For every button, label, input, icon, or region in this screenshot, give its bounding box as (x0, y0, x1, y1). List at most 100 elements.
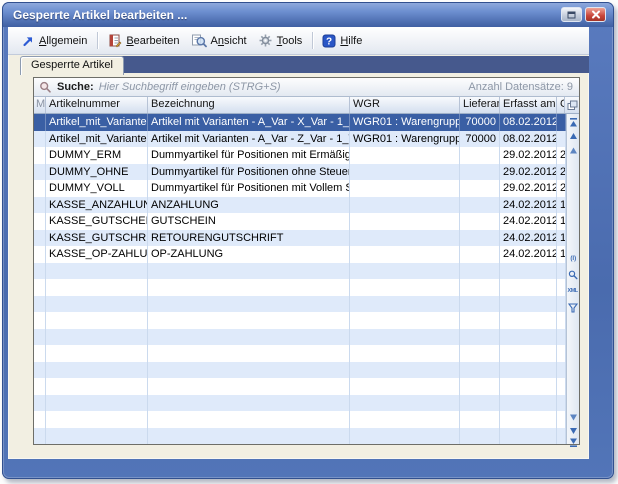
help-icon: ? (322, 34, 336, 48)
search-tool-button[interactable] (567, 268, 579, 281)
cell-m (34, 114, 46, 131)
menu-item-ansicht[interactable]: Ansicht (186, 30, 253, 51)
cell-m (34, 312, 46, 329)
cell-erfasst-am (500, 345, 557, 362)
close-button[interactable] (585, 7, 606, 22)
table-row[interactable]: DUMMY_ERMDummyartikel für Positionen mit… (34, 147, 566, 164)
cell-lieferant (460, 164, 500, 181)
close-icon (591, 10, 601, 19)
column-header-g[interactable]: G (557, 97, 565, 113)
cell-artikelnummer (46, 428, 148, 445)
cell-lieferant (460, 296, 500, 313)
cell-lieferant (460, 213, 500, 230)
cell-lieferant (460, 395, 500, 412)
cell-artikelnummer (46, 362, 148, 379)
cell-m (34, 411, 46, 428)
wgr-code: WGR01 (353, 131, 395, 148)
cell-g (557, 378, 566, 395)
cell-lieferant: 70000 (460, 131, 500, 148)
menu-separator (97, 32, 98, 49)
menu-item-hilfe[interactable]: ?Hilfe (317, 31, 368, 51)
cell-g: 2 (557, 147, 566, 164)
cell-m (34, 213, 46, 230)
cell-erfasst-am: 29.02.2012 (500, 164, 557, 181)
empty-row (34, 263, 566, 280)
column-chooser-icon (567, 100, 578, 111)
scroll-up-button[interactable] (567, 144, 579, 157)
wgr-code: WGR01 (353, 114, 395, 131)
table-row[interactable]: DUMMY_OHNEDummyartikel für Positionen oh… (34, 164, 566, 181)
empty-row (34, 428, 566, 445)
cell-g (557, 131, 566, 148)
cell-wgr (350, 378, 460, 395)
cell-lieferant (460, 197, 500, 214)
scroll-prev-button[interactable] (567, 130, 579, 143)
scroll-last-button[interactable] (567, 436, 579, 449)
cell-wgr (350, 362, 460, 379)
restore-button[interactable] (561, 7, 582, 22)
cell-bezeichnung (148, 345, 350, 362)
menu-item-bearbeiten[interactable]: Bearbeiten (102, 30, 185, 51)
menu-item-allgemein[interactable]: Allgemein (16, 31, 93, 51)
cell-artikelnummer: DUMMY_ERM (46, 147, 148, 164)
view-magnifier-icon (191, 33, 207, 48)
cell-erfasst-am: 24.02.2012 (500, 213, 557, 230)
menu-item-label: Allgemein (39, 35, 87, 47)
cell-wgr (350, 345, 460, 362)
table-row[interactable]: KASSE_GUTSCHRIFTRETOURENGUTSCHRIFT24.02.… (34, 230, 566, 247)
cell-g: 2 (557, 164, 566, 181)
menu-item-tools[interactable]: Tools (253, 30, 309, 51)
cell-artikelnummer (46, 279, 148, 296)
scroll-first-button[interactable] (567, 116, 579, 129)
cell-wgr (350, 147, 460, 164)
cell-lieferant (460, 329, 500, 346)
column-header-lieferant[interactable]: Lieferant (460, 97, 500, 113)
column-header-artikelnummer[interactable]: Artikelnummer (46, 97, 148, 113)
cell-bezeichnung: Artikel mit Varianten - A_Var - X_Var - … (148, 114, 350, 131)
cell-wgr (350, 230, 460, 247)
cell-m (34, 164, 46, 181)
cell-bezeichnung (148, 411, 350, 428)
search-input[interactable]: Hier Suchbegriff eingeben (STRG+S) (99, 81, 464, 93)
cell-bezeichnung (148, 263, 350, 280)
tab-gesperrte-artikel[interactable]: Gesperrte Artikel (20, 56, 124, 75)
column-header-erfasst-am[interactable]: Erfasst am (500, 97, 557, 113)
menu-item-label: Tools (277, 35, 303, 47)
column-header-wgr[interactable]: WGR (350, 97, 460, 113)
record-count: Anzahl Datensätze: 9 (468, 81, 573, 93)
title-bar[interactable]: Gesperrte Artikel bearbeiten ... (3, 3, 613, 27)
cell-wgr (350, 246, 460, 263)
scroll-prev-icon (569, 132, 578, 141)
filter-button[interactable] (567, 301, 579, 314)
empty-row (34, 312, 566, 329)
column-header-bezeichnung[interactable]: Bezeichnung (148, 97, 350, 113)
cell-lieferant (460, 312, 500, 329)
scroll-down-button[interactable] (567, 411, 579, 424)
table-row[interactable]: KASSE_ANZAHLUNGANZAHLUNG24.02.20121 (34, 197, 566, 214)
cell-g: 1 (557, 197, 566, 214)
cell-m (34, 362, 46, 379)
table-row[interactable]: KASSE_OP-ZAHLUNGOP-ZAHLUNG24.02.20121 (34, 246, 566, 263)
cell-artikelnummer: DUMMY_VOLL (46, 180, 148, 197)
record-info-button[interactable]: (I) (567, 252, 579, 265)
cell-erfasst-am: 24.02.2012 (500, 246, 557, 263)
xml-export-button[interactable]: XML (567, 285, 579, 298)
cell-g: 1 (557, 213, 566, 230)
cell-erfasst-am (500, 263, 557, 280)
cell-erfasst-am: 29.02.2012 (500, 147, 557, 164)
client-area: Allgemein Bearbeiten Ansicht Tools ?Hilfe Ge… (8, 27, 589, 459)
empty-row (34, 279, 566, 296)
cell-g (557, 263, 566, 280)
cell-g (557, 395, 566, 412)
table-row[interactable]: KASSE_GUTSCHEINGUTSCHEIN24.02.20121 (34, 213, 566, 230)
cell-g (557, 428, 566, 445)
menu-item-label: Bearbeiten (126, 35, 179, 47)
column-header-m[interactable]: M (34, 97, 46, 113)
column-chooser-button[interactable] (565, 97, 579, 113)
table-row[interactable]: Artikel_mit_Varianten.001Artikel mit Var… (34, 114, 566, 131)
table-row[interactable]: Artikel_mit_Varianten.002Artikel mit Var… (34, 131, 566, 148)
cell-m (34, 428, 46, 445)
table-body: Artikel_mit_Varianten.001Artikel mit Var… (34, 114, 566, 444)
cell-artikelnummer: KASSE_ANZAHLUNG (46, 197, 148, 214)
table-row[interactable]: DUMMY_VOLLDummyartikel für Positionen mi… (34, 180, 566, 197)
